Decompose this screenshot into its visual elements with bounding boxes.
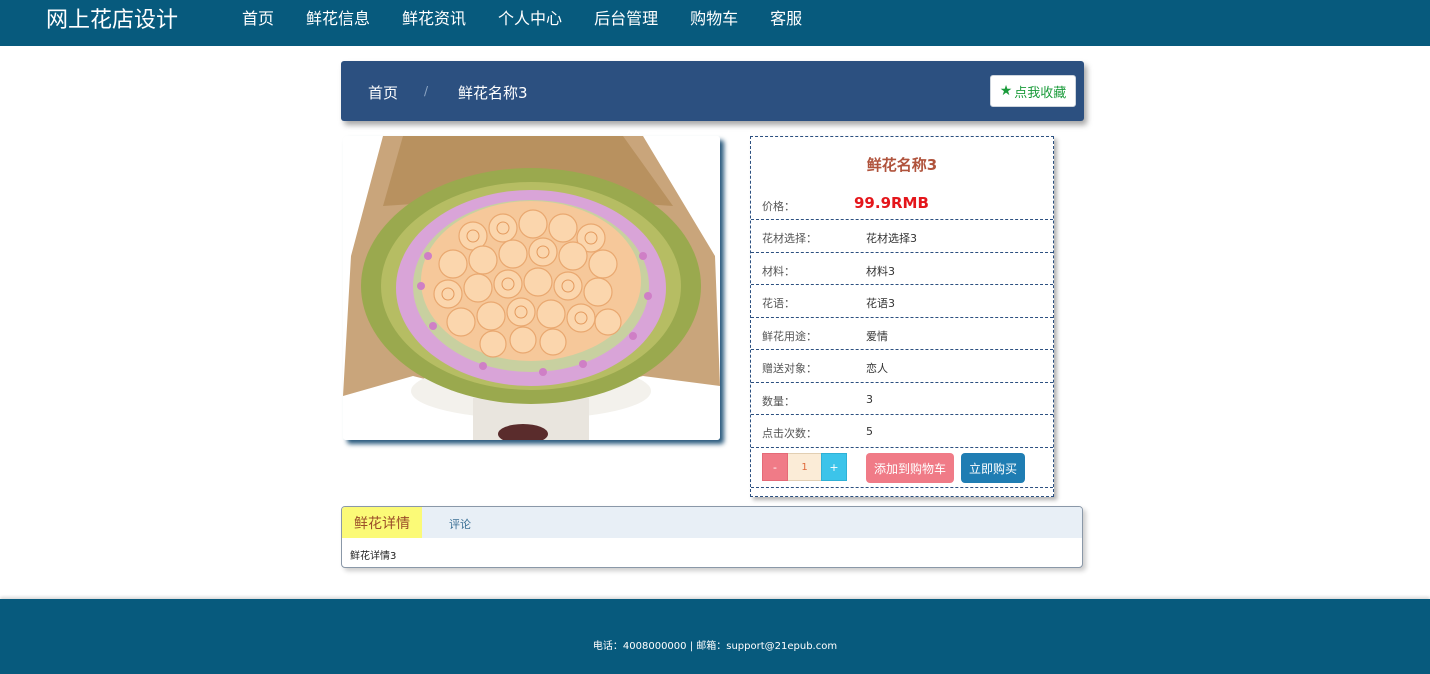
star-icon: ★ (999, 83, 1013, 99)
info-row-value: 花材选择3 (866, 232, 917, 245)
breadcrumb: 首页 / 鲜花名称3 ★ 点我收藏 (341, 61, 1084, 121)
divider (751, 487, 1053, 488)
footer: 电话：4008000000 | 邮箱：support@21epub.com (0, 599, 1430, 674)
main-nav: 首页 鲜花信息 鲜花资讯 个人中心 后台管理 购物车 客服 (226, 0, 818, 54)
info-row-value: 爱情 (866, 330, 888, 343)
info-row: 点击次数： 5 (751, 415, 1053, 448)
breadcrumb-home-link[interactable]: 首页 (368, 82, 398, 103)
info-row-label: 点击次数： (762, 427, 817, 440)
add-to-cart-button[interactable]: 添加到购物车 (866, 453, 954, 483)
buy-now-button[interactable]: 立即购买 (961, 453, 1025, 483)
info-row-value: 恋人 (866, 362, 888, 375)
breadcrumb-separator: / (424, 84, 429, 98)
site-brand[interactable]: 网上花店设计 (46, 6, 178, 36)
nav-item-personal-center[interactable]: 个人中心 (482, 0, 578, 46)
info-row: 花语： 花语3 (751, 285, 1053, 318)
quantity-increase-button[interactable]: + (821, 453, 847, 481)
price-row: 价格： 99.9RMB (751, 187, 1053, 220)
info-row: 数量： 3 (751, 383, 1053, 415)
favorite-button-label: 点我收藏 (1014, 85, 1067, 101)
product-info-panel: 鲜花名称3 价格： 99.9RMB 花材选择： 花材选择3 材料： 材料3 花语… (750, 136, 1054, 497)
breadcrumb-current: 鲜花名称3 (458, 84, 528, 102)
info-row-value: 5 (866, 425, 873, 438)
info-row-value: 3 (866, 393, 873, 406)
info-row-value: 花语3 (866, 297, 895, 310)
nav-item-admin[interactable]: 后台管理 (578, 0, 674, 46)
info-row-label: 花语： (762, 297, 795, 310)
quantity-stepper: - 1 + (762, 453, 847, 481)
info-row-label: 花材选择： (762, 232, 817, 245)
nav-item-support[interactable]: 客服 (754, 0, 818, 46)
price-value: 99.9RMB (854, 194, 929, 212)
footer-contact: 电话：4008000000 | 邮箱：support@21epub.com (592, 641, 838, 652)
info-row: 花材选择： 花材选择3 (751, 220, 1053, 253)
info-row: 赠送对象： 恋人 (751, 350, 1053, 383)
nav-item-flower-news[interactable]: 鲜花资讯 (386, 0, 482, 46)
detail-tabs: 鲜花详情 评论 鲜花详情3 (341, 506, 1083, 568)
nav-item-flower-info[interactable]: 鲜花信息 (290, 0, 387, 54)
nav-item-cart[interactable]: 购物车 (674, 0, 754, 46)
info-row-label: 赠送对象： (762, 362, 817, 375)
price-label: 价格： (762, 200, 795, 213)
info-row: 鲜花用途： 爱情 (751, 318, 1053, 350)
product-title: 鲜花名称3 (866, 156, 938, 174)
quantity-input[interactable]: 1 (788, 453, 821, 481)
tab-content-text: 鲜花详情3 (350, 551, 397, 562)
tab-flower-details[interactable]: 鲜花详情 (342, 507, 422, 538)
product-image (343, 136, 720, 440)
info-row-value: 材料3 (866, 265, 895, 278)
info-row-label: 材料： (762, 265, 795, 278)
nav-item-home[interactable]: 首页 (226, 0, 290, 46)
tab-comments[interactable]: 评论 (449, 516, 471, 532)
quantity-decrease-button[interactable]: - (762, 453, 788, 481)
info-row: 材料： 材料3 (751, 253, 1053, 285)
top-navbar: 网上花店设计 首页 鲜花信息 鲜花资讯 个人中心 后台管理 购物车 客服 (0, 0, 1430, 54)
info-row-label: 鲜花用途： (762, 330, 817, 343)
favorite-button[interactable]: ★ 点我收藏 (990, 75, 1076, 107)
info-row-label: 数量： (762, 395, 795, 408)
